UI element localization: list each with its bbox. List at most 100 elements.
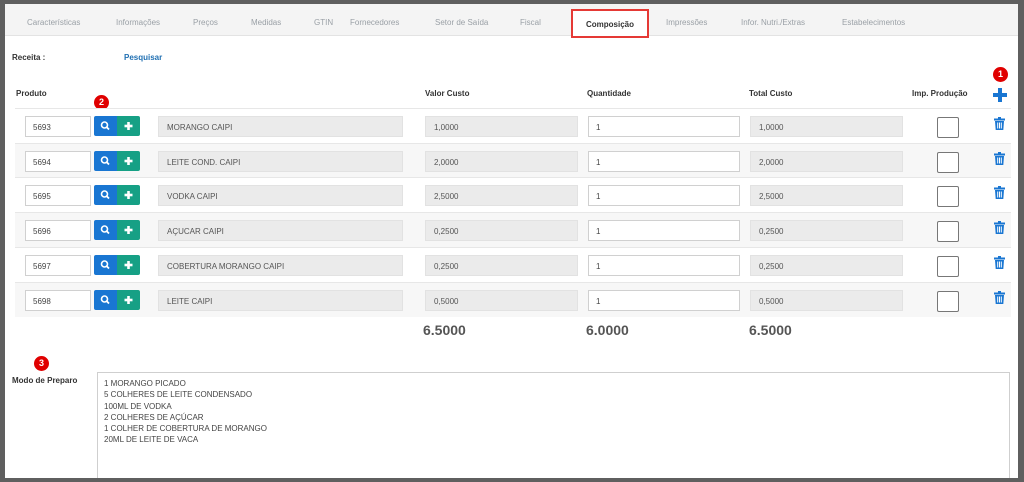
valor-custo-field: 0,2500 bbox=[425, 220, 578, 241]
product-name-field: MORANGO CAIPI bbox=[158, 116, 403, 137]
col-imp-producao: Imp. Produção bbox=[912, 89, 968, 98]
product-name-field: AÇUCAR CAIPI bbox=[158, 220, 403, 241]
tab-bar: Características Informações Preços Medid… bbox=[5, 4, 1018, 38]
preparo-line: 1 MORANGO PICADO bbox=[104, 379, 186, 388]
product-name-field: LEITE CAIPI bbox=[158, 290, 403, 311]
tab-composicao[interactable]: Composição bbox=[571, 9, 650, 38]
table-row: 5697 COBERTURA MORANGO CAIPI 0,2500 1 0,2500 bbox=[15, 247, 1011, 282]
preparo-line: 5 COLHERES DE LEITE CONDENSADO bbox=[104, 390, 253, 400]
quantidade-input[interactable]: 1 bbox=[588, 116, 740, 137]
total-custo-field: 0,2500 bbox=[750, 220, 903, 241]
tab-fiscal[interactable]: Fiscal bbox=[520, 18, 541, 27]
product-code-input[interactable]: 5694 bbox=[25, 151, 91, 172]
imp-producao-checkbox[interactable] bbox=[937, 152, 959, 173]
tab-impressoes[interactable]: Impressões bbox=[666, 18, 707, 27]
quantidade-input[interactable]: 1 bbox=[588, 220, 740, 241]
tab-infor-nutri-extras[interactable]: Infor. Nutri./Extras bbox=[741, 18, 805, 27]
preparo-line: 2 COLHERES DE AÇÚCAR bbox=[104, 412, 204, 422]
tab-setor-de-saida[interactable]: Setor de Saída bbox=[435, 18, 488, 27]
preparo-line: 1 COLHER DE COBERTURA DE MORANGO bbox=[104, 424, 267, 434]
table-row: 5696 AÇUCAR CAIPI 0,2500 1 0,2500 bbox=[15, 212, 1011, 247]
search-product-button[interactable] bbox=[94, 116, 117, 136]
table-row: 5698 LEITE CAIPI 0,5000 1 0,5000 bbox=[15, 282, 1011, 317]
product-code-input[interactable]: 5695 bbox=[25, 185, 91, 206]
plus-icon bbox=[124, 226, 133, 234]
trash-icon[interactable] bbox=[994, 256, 1005, 269]
add-row-icon[interactable] bbox=[993, 88, 1007, 102]
tab-gtin[interactable]: GTIN bbox=[314, 18, 333, 27]
tab-caracteristicas[interactable]: Características bbox=[27, 18, 80, 27]
product-code-input[interactable]: 5697 bbox=[25, 255, 91, 276]
annotation-badge-1: 1 bbox=[993, 67, 1008, 82]
total-quantidade: 6.0000 bbox=[586, 322, 629, 338]
tab-medidas[interactable]: Medidas bbox=[251, 18, 281, 27]
product-code-input[interactable]: 5696 bbox=[25, 220, 91, 241]
product-code-input[interactable]: 5698 bbox=[25, 290, 91, 311]
imp-producao-checkbox[interactable] bbox=[937, 291, 959, 312]
table-row: 5693 MORANGO CAIPI 1,0000 1 1,0000 bbox=[15, 108, 1011, 143]
quantidade-input[interactable]: 1 bbox=[588, 151, 740, 172]
add-product-button[interactable] bbox=[117, 116, 140, 136]
product-name-field: VODKA CAIPI bbox=[158, 185, 403, 206]
pesquisar-link[interactable]: Pesquisar bbox=[124, 53, 162, 62]
valor-custo-field: 0,2500 bbox=[425, 255, 578, 276]
quantidade-input[interactable]: 1 bbox=[588, 255, 740, 276]
search-product-button[interactable] bbox=[94, 255, 117, 275]
trash-icon[interactable] bbox=[994, 152, 1005, 165]
add-product-button[interactable] bbox=[117, 185, 140, 205]
quantidade-input[interactable]: 1 bbox=[588, 290, 740, 311]
search-product-button[interactable] bbox=[94, 185, 117, 205]
search-product-button[interactable] bbox=[94, 290, 117, 310]
col-total-custo: Total Custo bbox=[749, 89, 793, 98]
trash-icon[interactable] bbox=[994, 221, 1005, 234]
tab-fornecedores[interactable]: Fornecedores bbox=[350, 18, 399, 27]
preparo-line: 100ML DE VODKA bbox=[104, 401, 172, 411]
add-product-button[interactable] bbox=[117, 220, 140, 240]
search-product-button[interactable] bbox=[94, 151, 117, 171]
imp-producao-checkbox[interactable] bbox=[937, 117, 959, 138]
tab-informacoes[interactable]: Informações bbox=[116, 18, 160, 27]
trash-icon[interactable] bbox=[994, 186, 1005, 199]
total-custo-field: 2,5000 bbox=[750, 185, 903, 206]
plus-icon bbox=[124, 157, 133, 165]
trash-icon[interactable] bbox=[994, 117, 1005, 130]
search-icon bbox=[100, 225, 110, 235]
total-total-custo: 6.5000 bbox=[749, 322, 792, 338]
imp-producao-checkbox[interactable] bbox=[937, 221, 959, 242]
quantidade-input[interactable]: 1 bbox=[588, 185, 740, 206]
annotation-badge-3: 3 bbox=[34, 356, 49, 371]
trash-icon[interactable] bbox=[994, 291, 1005, 304]
imp-producao-checkbox[interactable] bbox=[937, 186, 959, 207]
product-name-field: COBERTURA MORANGO CAIPI bbox=[158, 255, 403, 276]
add-product-button[interactable] bbox=[117, 290, 140, 310]
table-row: 5694 LEITE COND. CAIPI 2,0000 1 2,0000 bbox=[15, 143, 1011, 178]
table-row: 5695 VODKA CAIPI 2,5000 1 2,5000 bbox=[15, 177, 1011, 212]
product-code-input[interactable]: 5693 bbox=[25, 116, 91, 137]
search-icon bbox=[100, 260, 110, 270]
search-icon bbox=[100, 121, 110, 131]
valor-custo-field: 2,0000 bbox=[425, 151, 578, 172]
add-product-button[interactable] bbox=[117, 151, 140, 171]
add-product-button[interactable] bbox=[117, 255, 140, 275]
total-valor-custo: 6.5000 bbox=[423, 322, 466, 338]
col-valor-custo: Valor Custo bbox=[425, 89, 470, 98]
modo-preparo-label: Modo de Preparo bbox=[12, 376, 78, 385]
modo-preparo-textarea[interactable]: 1 MORANGO PICADO 5 COLHERES DE LEITE CON… bbox=[97, 372, 1010, 478]
plus-icon bbox=[124, 191, 133, 199]
tab-estabelecimentos[interactable]: Estabelecimentos bbox=[842, 18, 905, 27]
col-produto: Produto bbox=[16, 89, 47, 98]
total-custo-field: 1,0000 bbox=[750, 116, 903, 137]
valor-custo-field: 0,5000 bbox=[425, 290, 578, 311]
search-product-button[interactable] bbox=[94, 220, 117, 240]
tab-precos[interactable]: Preços bbox=[193, 18, 218, 27]
composition-panel: Características Informações Preços Medid… bbox=[5, 4, 1018, 478]
total-custo-field: 0,2500 bbox=[750, 255, 903, 276]
valor-custo-field: 1,0000 bbox=[425, 116, 578, 137]
search-icon bbox=[100, 295, 110, 305]
plus-icon bbox=[124, 122, 133, 130]
plus-icon bbox=[124, 261, 133, 269]
preparo-line: 20ML DE LEITE DE VACA bbox=[104, 435, 199, 445]
plus-icon bbox=[124, 296, 133, 304]
valor-custo-field: 2,5000 bbox=[425, 185, 578, 206]
imp-producao-checkbox[interactable] bbox=[937, 256, 959, 277]
